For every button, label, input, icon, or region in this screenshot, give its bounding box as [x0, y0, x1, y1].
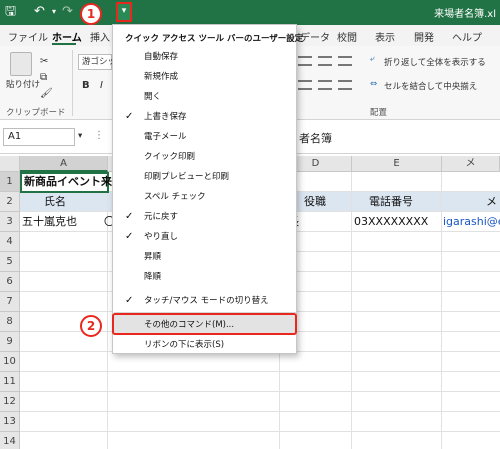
menu-item-print-preview[interactable]: 印刷プレビューと印刷	[114, 167, 296, 187]
tab-review[interactable]: 校閲	[337, 29, 357, 44]
save-icon[interactable]: 🖫	[5, 3, 16, 21]
column-header-e[interactable]: E	[352, 156, 442, 172]
font-name-select[interactable]: 游ゴシック	[78, 54, 125, 70]
cell-f3[interactable]: igarashi@exa	[443, 212, 500, 232]
name-box-dropdown-icon[interactable]: ▾	[78, 131, 82, 141]
align-right-icon[interactable]	[338, 80, 352, 90]
row-header[interactable]: 4	[0, 232, 20, 252]
tab-help[interactable]: ヘルプ	[452, 29, 482, 44]
align-bottom-icon[interactable]	[338, 56, 352, 66]
cell-a1[interactable]: 新商品イベント来場	[24, 172, 123, 192]
row-header[interactable]: 12	[0, 392, 20, 412]
menu-item-quick-print[interactable]: クイック印刷	[114, 147, 296, 167]
row-header[interactable]: 11	[0, 372, 20, 392]
grid-line	[20, 391, 500, 392]
column-header-f[interactable]: メ	[442, 156, 500, 172]
row-header[interactable]: 2	[0, 192, 20, 212]
menu-title: クイック アクセス ツール バーのユーザー設定	[125, 34, 304, 44]
cell-a2[interactable]: 氏名	[44, 192, 66, 212]
row-header[interactable]: 14	[0, 432, 20, 449]
cut-icon[interactable]: ✂	[40, 56, 48, 67]
row-header[interactable]: 8	[0, 312, 20, 332]
cell-f2[interactable]: メ	[486, 192, 497, 212]
grid-line	[20, 371, 500, 372]
align-center-icon[interactable]	[318, 80, 332, 90]
menu-item-touch-mode[interactable]: ✓ タッチ/マウス モードの切り替え	[114, 291, 296, 311]
check-icon: ✓	[125, 111, 134, 122]
callout-one: 1	[80, 3, 102, 25]
menu-item-sort-ascending[interactable]: 昇順	[114, 247, 296, 267]
column-header-a[interactable]: A	[20, 156, 108, 172]
menu-item-save[interactable]: ✓ 上書き保存	[114, 107, 296, 127]
select-all-corner[interactable]	[0, 156, 20, 172]
row-header[interactable]: 13	[0, 412, 20, 432]
more-icon: ⋮	[94, 130, 104, 141]
clipboard-group-label: クリップボード	[6, 108, 66, 118]
alignment-group-label: 配置	[370, 108, 388, 118]
align-top-icon[interactable]	[298, 56, 312, 66]
tab-data[interactable]: データ	[300, 29, 330, 44]
tab-insert[interactable]: 挿入	[90, 29, 110, 44]
cell-d2[interactable]: 役職	[304, 192, 326, 212]
cell-e2[interactable]: 電話番号	[369, 192, 413, 212]
cell-e3[interactable]: 03XXXXXXXX	[354, 212, 428, 232]
paste-button[interactable]: 貼り付け	[6, 78, 40, 90]
wrap-text-button[interactable]: 折り返して全体を表示する	[384, 56, 486, 68]
formula-content[interactable]: 者名簿	[299, 130, 332, 146]
customize-toolbar-icon[interactable]: ▾	[116, 2, 132, 22]
menu-item-spell-check[interactable]: スペル チェック	[114, 187, 296, 207]
cell-a3[interactable]: 五十嵐克也	[22, 212, 77, 232]
menu-item-sort-descending[interactable]: 降順	[114, 267, 296, 287]
name-box[interactable]: A1	[3, 128, 75, 146]
wrap-text-icon[interactable]: ⤶	[370, 54, 375, 64]
title-bar: 🖫 ↶ ▾ ↷ ▾ 来場者名簿.xl	[0, 0, 500, 25]
check-icon: ✓	[125, 211, 134, 222]
row-header[interactable]: 10	[0, 352, 20, 372]
bold-button[interactable]: B	[82, 80, 90, 91]
row-header[interactable]: 5	[0, 252, 20, 272]
undo-icon[interactable]: ↶	[34, 3, 45, 21]
menu-item-undo[interactable]: ✓ 元に戻す	[114, 207, 296, 227]
align-left-icon[interactable]	[298, 80, 312, 90]
tab-home[interactable]: ホーム	[52, 29, 82, 44]
check-icon: ✓	[125, 231, 134, 242]
tab-developer[interactable]: 開発	[414, 29, 434, 44]
row-header[interactable]: 6	[0, 272, 20, 292]
undo-dropdown-icon[interactable]: ▾	[52, 3, 56, 21]
row-header[interactable]: 9	[0, 332, 20, 352]
more-commands-highlight	[112, 313, 297, 335]
italic-button[interactable]: I	[100, 80, 103, 91]
redo-icon[interactable]: ↷	[62, 3, 73, 21]
menu-item-show-below-ribbon[interactable]: リボンの下に表示(S)	[114, 335, 296, 355]
menu-item-new[interactable]: 新規作成	[114, 67, 296, 87]
clipboard-icon[interactable]	[10, 52, 32, 76]
customize-toolbar-menu: クイック アクセス ツール バーのユーザー設定 自動保存 新規作成 開く ✓ 上…	[112, 24, 303, 355]
copy-icon[interactable]: ⧉	[40, 72, 47, 83]
row-header[interactable]: 3	[0, 212, 20, 232]
tab-file[interactable]: ファイル	[8, 29, 48, 44]
row-header[interactable]: 1	[0, 172, 20, 192]
file-title: 来場者名簿.xl	[434, 9, 496, 20]
menu-item-open[interactable]: 開く	[114, 87, 296, 107]
align-middle-icon[interactable]	[318, 56, 332, 66]
grid-line	[20, 431, 500, 432]
grid-line	[351, 172, 352, 449]
tab-view[interactable]: 表示	[375, 29, 395, 44]
menu-item-autosave[interactable]: 自動保存	[114, 47, 296, 67]
merge-center-button[interactable]: セルを結合して中央揃え	[384, 80, 477, 92]
grid-line	[441, 172, 442, 449]
grid-line	[20, 411, 500, 412]
menu-item-redo[interactable]: ✓ やり直し	[114, 227, 296, 247]
format-painter-icon[interactable]: 🖌	[40, 88, 53, 99]
row-header[interactable]: 7	[0, 292, 20, 312]
group-divider	[72, 50, 73, 116]
check-icon: ✓	[125, 295, 134, 306]
active-tab-indicator	[52, 43, 76, 45]
callout-two: 2	[80, 315, 102, 337]
menu-item-email[interactable]: 電子メール	[114, 127, 296, 147]
merge-center-icon[interactable]: ⇔	[370, 79, 377, 89]
